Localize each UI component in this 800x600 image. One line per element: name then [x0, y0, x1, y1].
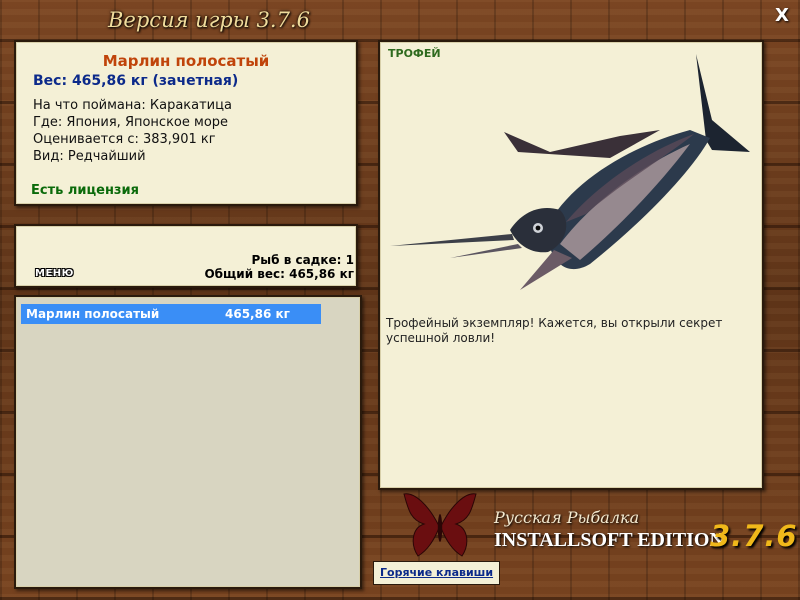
list-item-name: Марлин полосатый [26, 307, 160, 321]
hotkeys-button[interactable]: Горячие клавиши [373, 561, 501, 585]
fish-name: Марлин полосатый [102, 52, 270, 70]
close-icon: X [775, 5, 789, 26]
brand-version: 3.7.6 [710, 519, 798, 553]
detail-rating: Оценивается с: 383,901 кг [33, 132, 216, 147]
cage-fish-count: Рыб в садке: 1 [251, 253, 355, 267]
brand-subtitle: Русская Рыбалка [494, 508, 640, 527]
detail-bait: На что поймана: Каракатица [33, 98, 232, 113]
fish-details: На что поймана: Каракатица Где: Япония, … [33, 97, 232, 165]
butterfly-logo-icon [403, 493, 477, 557]
brand-edition: INSTALLSOFT EDITION [494, 529, 724, 551]
detail-species: Вид: Редчайший [33, 149, 146, 164]
cage-total-weight: Общий вес: 465,86 кг [204, 267, 354, 281]
close-button[interactable]: X [772, 6, 792, 26]
window-title: Версия игры 3.7.6 [108, 8, 310, 32]
trophy-description: Трофейный экземпляр! Кажется, вы открыли… [386, 316, 723, 345]
fish-info-panel: Марлин полосатый Вес: 465,86 кг (зачетна… [14, 40, 358, 206]
license-status: Есть лицензия [31, 183, 139, 198]
catch-list-panel: Марлин полосатый 465,86 кг [14, 295, 362, 589]
list-item[interactable]: Марлин полосатый 465,86 кг [21, 304, 321, 324]
cage-summary-panel: МЕНЮ Рыб в садке: 1 Общий вес: 465,86 кг [14, 224, 358, 288]
marlin-fish-image [390, 54, 750, 290]
trophy-panel: ТРОФЕЙ Трофейный экземпляр! Кажется, вы … [378, 40, 764, 490]
detail-location: Где: Япония, Японское море [33, 115, 229, 130]
menu-button[interactable]: МЕНЮ [35, 268, 74, 279]
list-item-weight: 465,86 кг [225, 307, 290, 321]
fish-weight: Вес: 465,86 кг (зачетная) [33, 73, 239, 89]
